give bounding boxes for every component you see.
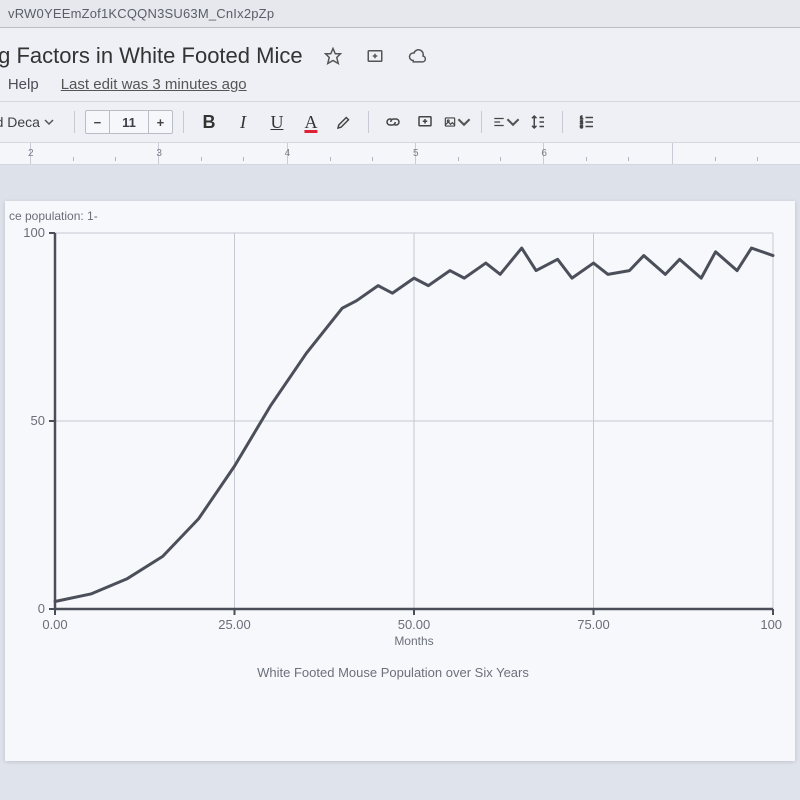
title-row: iting Factors in White Footed Mice	[0, 42, 790, 70]
star-icon[interactable]	[319, 42, 347, 70]
svg-text:25.00: 25.00	[218, 617, 251, 632]
toolbar-separator	[74, 111, 75, 133]
doc-header: iting Factors in White Footed Mice ns He…	[0, 28, 800, 101]
ruler-segment: 4	[287, 143, 415, 164]
font-size-increase[interactable]: +	[148, 111, 172, 133]
document-canvas: ce population: 1- 0.00 25.00 50.00 75.00 100…	[0, 165, 800, 761]
svg-text:Months: Months	[394, 634, 433, 648]
svg-text:0.00: 0.00	[42, 617, 67, 632]
chevron-down-icon	[44, 117, 54, 127]
population-label: ce population: 1-	[9, 209, 783, 223]
menu-bar: ns Help Last edit was 3 minutes ago	[0, 76, 790, 93]
chart-container: ce population: 1- 0.00 25.00 50.00 75.00 100…	[3, 209, 783, 680]
chart-title: White Footed Mouse Population over Six Y…	[3, 665, 783, 680]
font-size-stepper: − 11 +	[85, 110, 173, 134]
insert-link-icon[interactable]	[379, 108, 407, 136]
svg-text:100.: 100.	[760, 617, 783, 632]
font-family-label: end Deca	[0, 114, 40, 130]
ruler-segment: 3	[158, 143, 286, 164]
line-chart: 0.00 25.00 50.00 75.00 100. 0 50 100 Months	[3, 225, 783, 655]
edit-history-link[interactable]: Last edit was 3 minutes ago	[61, 76, 247, 93]
horizontal-ruler[interactable]: 23456	[0, 143, 800, 165]
text-color-button[interactable]: A	[296, 108, 326, 136]
svg-text:50.00: 50.00	[398, 617, 431, 632]
ruler-segment: 5	[415, 143, 543, 164]
doc-title[interactable]: iting Factors in White Footed Mice	[0, 43, 303, 69]
highlight-icon[interactable]	[330, 108, 358, 136]
toolbar-separator	[183, 111, 184, 133]
line-spacing-icon[interactable]	[524, 108, 552, 136]
italic-button[interactable]: I	[228, 108, 258, 136]
toolbar-separator	[562, 111, 563, 133]
move-folder-icon[interactable]	[361, 42, 389, 70]
svg-text:75.00: 75.00	[577, 617, 610, 632]
insert-image-icon[interactable]	[443, 108, 471, 136]
chevron-down-icon	[506, 113, 520, 131]
svg-text:3: 3	[580, 124, 583, 129]
font-size-value[interactable]: 11	[112, 111, 146, 133]
align-icon[interactable]	[492, 108, 520, 136]
svg-text:50: 50	[31, 413, 45, 428]
insert-comment-icon[interactable]	[411, 108, 439, 136]
chevron-down-icon	[457, 113, 471, 131]
formatting-toolbar: end Deca − 11 + B I U A 123	[0, 101, 800, 143]
document-page: ce population: 1- 0.00 25.00 50.00 75.00 100…	[5, 201, 795, 761]
ruler-segment: 6	[543, 143, 671, 164]
svg-text:100: 100	[23, 225, 45, 240]
svg-text:0: 0	[38, 601, 45, 616]
font-family-selector[interactable]: end Deca	[0, 112, 64, 132]
ruler-segment: 2	[30, 143, 158, 164]
toolbar-separator	[368, 111, 369, 133]
cloud-icon[interactable]	[403, 42, 431, 70]
numbered-list-icon[interactable]: 123	[573, 108, 601, 136]
menu-help[interactable]: Help	[8, 76, 39, 93]
underline-button[interactable]: U	[262, 108, 292, 136]
font-size-decrease[interactable]: −	[86, 111, 110, 133]
toolbar-separator	[481, 111, 482, 133]
browser-url-bar[interactable]: vRW0YEEmZof1KCQQN3SU63M_CnIx2pZp	[0, 0, 800, 28]
bold-button[interactable]: B	[194, 108, 224, 136]
